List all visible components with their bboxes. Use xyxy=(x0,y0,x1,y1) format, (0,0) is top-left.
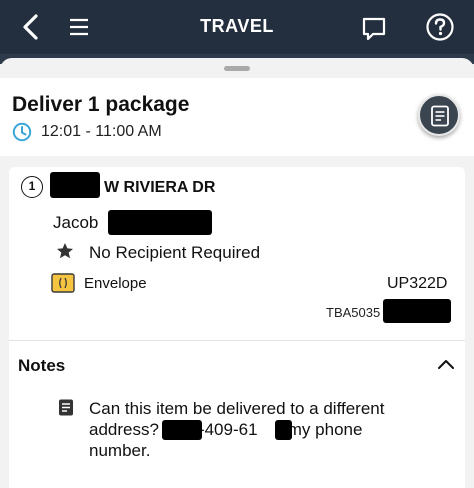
task-header xyxy=(0,78,474,156)
notes-document-button[interactable] xyxy=(418,94,460,136)
note-line-3: number. xyxy=(89,441,151,460)
recipient-requirement: No Recipient Required xyxy=(89,243,261,262)
notes-heading: Notes xyxy=(18,356,66,375)
note-line-2: address? -409-61 s my phone xyxy=(89,419,429,440)
time-window-row: 12:01 - 11:00 AM xyxy=(12,122,162,142)
task-title: Deliver 1 package xyxy=(12,93,190,116)
package-code: UP322D xyxy=(387,275,448,292)
redacted-phone-tail xyxy=(275,420,292,440)
tracking-id: TBA5035 xyxy=(326,305,381,320)
redacted-phone-area xyxy=(162,420,202,440)
recipient-name: Jacob xyxy=(53,213,99,232)
section-divider xyxy=(9,340,465,341)
time-window: 12:01 - 11:00 AM xyxy=(41,123,162,140)
note-icon xyxy=(59,399,73,416)
redacted-house-number xyxy=(50,172,100,198)
chevron-up-icon[interactable] xyxy=(437,358,455,370)
document-icon xyxy=(431,105,449,127)
note-line-1: Can this item be delivered to a differen… xyxy=(89,399,385,418)
note-line-2a: address? xyxy=(89,420,159,439)
envelope-package-icon xyxy=(51,273,75,293)
package-type: Envelope xyxy=(84,275,147,292)
chat-bubble-icon[interactable] xyxy=(360,13,388,43)
stop-number-badge: 1 xyxy=(21,176,43,198)
stop-address[interactable]: W RIVIERA DR xyxy=(104,179,215,197)
note-line-2b: -409-61 xyxy=(198,420,258,439)
sheet-drag-handle[interactable] xyxy=(224,66,250,71)
star-icon xyxy=(57,243,73,259)
redacted-last-name xyxy=(108,210,212,235)
page-title: TRAVEL xyxy=(200,16,274,36)
clock-icon xyxy=(12,122,32,142)
redacted-tracking xyxy=(383,299,451,323)
note-text: Can this item be delivered to a differen… xyxy=(89,398,429,461)
question-circle-icon[interactable] xyxy=(425,12,455,42)
top-app-bar: TRAVEL xyxy=(0,0,474,54)
